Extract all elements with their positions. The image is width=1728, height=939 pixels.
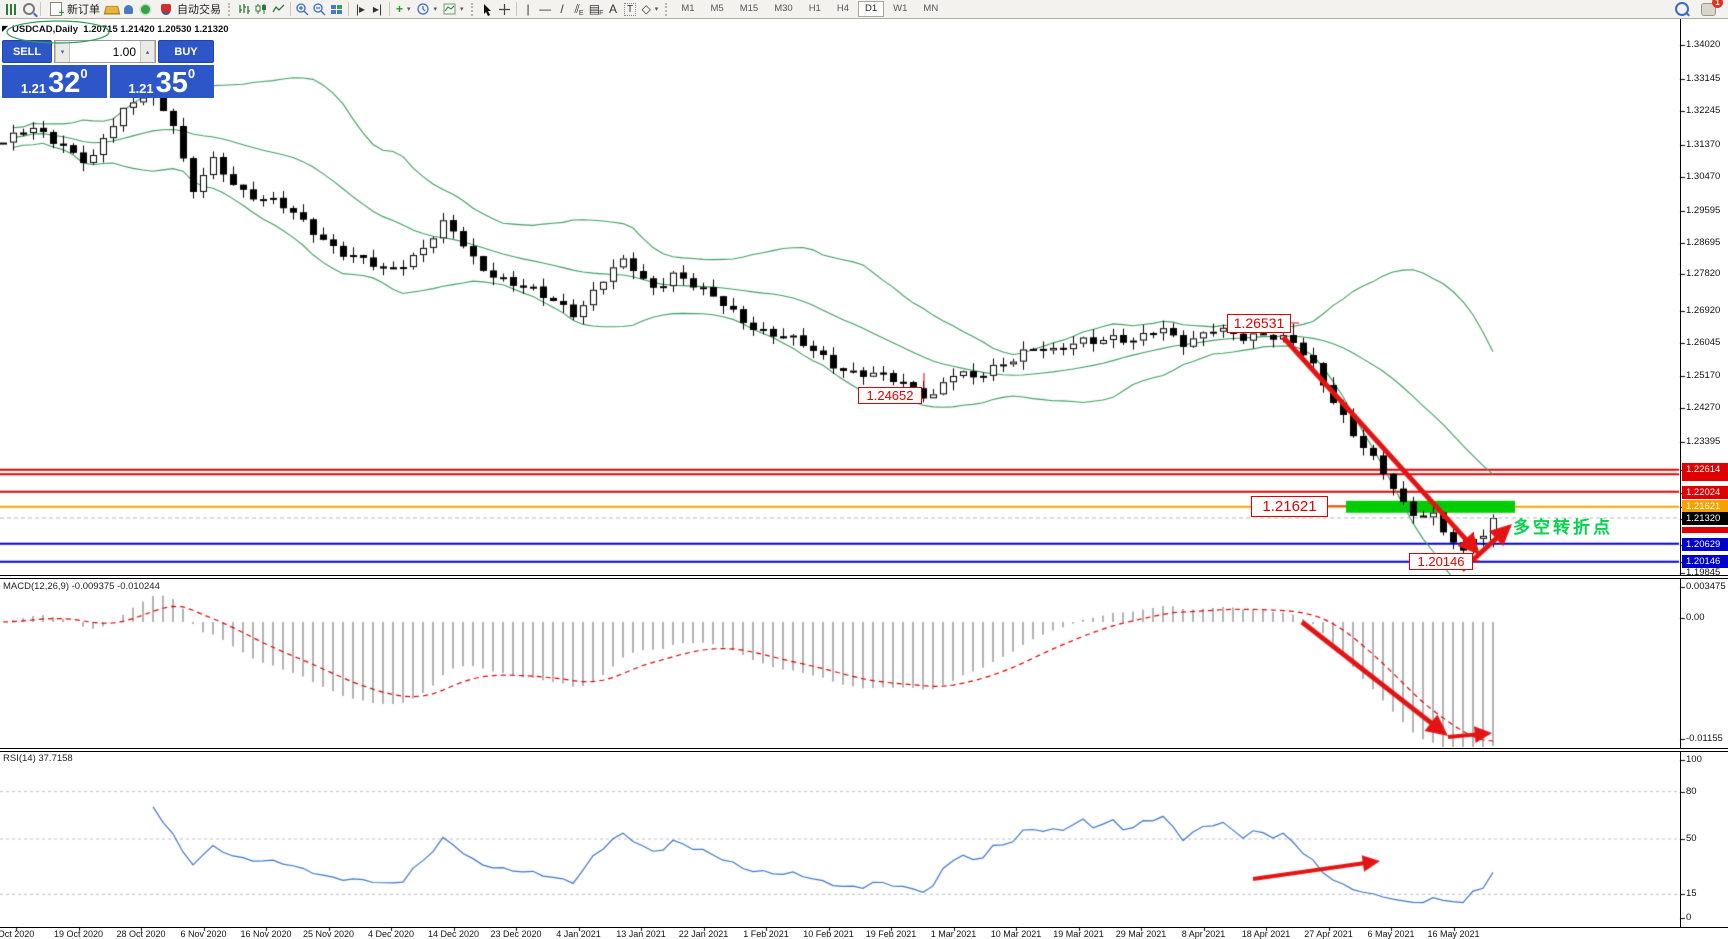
rsi-panel-separator[interactable] bbox=[0, 748, 1728, 752]
timeframe-M1[interactable]: M1 bbox=[674, 1, 701, 17]
buy-price-prefix: 1.21 bbox=[128, 81, 154, 96]
timeframe-H1[interactable]: H1 bbox=[802, 1, 828, 17]
chart-profiles-icon[interactable] bbox=[20, 2, 37, 17]
timeframe-MN[interactable]: MN bbox=[916, 1, 945, 17]
timeframe-M30[interactable]: M30 bbox=[767, 1, 799, 17]
window-icon: ◤ bbox=[2, 24, 9, 33]
chart-shift-icon[interactable]: ▸| bbox=[369, 2, 386, 17]
auto-trading-button[interactable]: 自动交易 bbox=[154, 1, 224, 18]
new-order-label: 新订单 bbox=[67, 4, 100, 16]
line-chart-icon[interactable] bbox=[270, 2, 287, 17]
fibonacci-icon[interactable]: ▤ F bbox=[588, 2, 605, 17]
buy-price-big: 35 bbox=[155, 67, 188, 99]
periods-button[interactable]: ▾ bbox=[414, 1, 441, 18]
clock-icon bbox=[416, 2, 429, 15]
notifications-icon[interactable]: 1 bbox=[1700, 0, 1723, 17]
sell-price-button[interactable]: 1.21 32 0 bbox=[2, 65, 107, 98]
equidistant-channel-icon[interactable]: ⫽ E bbox=[571, 2, 588, 17]
indicators-button[interactable]: + ▾ bbox=[393, 1, 414, 18]
template-icon bbox=[443, 3, 456, 15]
cursor-icon[interactable] bbox=[479, 2, 496, 17]
bar-chart-icon[interactable] bbox=[236, 2, 253, 17]
ohlc-values: 1.20715 1.21420 1.20530 1.21320 bbox=[83, 24, 229, 35]
search-icon[interactable] bbox=[1673, 2, 1690, 17]
sell-price-big: 32 bbox=[48, 67, 81, 99]
timeframe-group: M1 M5 M15 M30 H1 H4 D1 W1 MN bbox=[673, 1, 946, 17]
notification-badge: 1 bbox=[1712, 0, 1723, 8]
volume-input[interactable] bbox=[70, 41, 140, 62]
timeframe-W1[interactable]: W1 bbox=[886, 1, 914, 17]
sell-button[interactable]: SELL bbox=[2, 40, 52, 63]
volume-decrease-button[interactable]: ▾ bbox=[55, 41, 70, 62]
label-tool-icon[interactable]: T bbox=[622, 2, 639, 17]
shapes-button[interactable]: ◇ ▾ bbox=[639, 1, 662, 18]
buy-price-button[interactable]: 1.21 35 0 bbox=[109, 65, 214, 99]
market-gold-icon[interactable] bbox=[103, 2, 120, 17]
date-axis-border bbox=[0, 927, 1728, 928]
macd-panel-separator[interactable] bbox=[0, 575, 1728, 579]
community-icon[interactable] bbox=[120, 2, 137, 17]
main-toolbar: 新订单 自动交易 |▸ ▸| +▾ ▾ ▾ | bbox=[0, 0, 1728, 19]
timeframe-M5[interactable]: M5 bbox=[704, 1, 731, 17]
auto-trading-icon bbox=[157, 2, 174, 17]
vertical-line-icon[interactable]: | bbox=[520, 2, 537, 17]
zoom-in-icon[interactable] bbox=[294, 2, 311, 17]
auto-scroll-icon[interactable]: |▸ bbox=[352, 2, 369, 17]
new-order-button[interactable]: 新订单 bbox=[44, 1, 103, 19]
chart-canvas[interactable] bbox=[0, 0, 1728, 939]
sell-price-prefix: 1.21 bbox=[20, 81, 47, 96]
timeframe-D1[interactable]: D1 bbox=[858, 1, 885, 17]
volume-stepper: ▾ ▴ bbox=[54, 40, 156, 63]
trendline-icon[interactable]: / bbox=[554, 2, 571, 17]
volume-increase-button[interactable]: ▴ bbox=[140, 41, 155, 62]
timeframe-M15[interactable]: M15 bbox=[733, 1, 765, 17]
new-order-icon bbox=[47, 2, 65, 19]
mt4-terminal-window: 新订单 自动交易 |▸ ▸| +▾ ▾ ▾ | bbox=[0, 0, 1728, 939]
buy-button[interactable]: BUY bbox=[158, 40, 214, 63]
tile-windows-icon[interactable] bbox=[328, 2, 345, 17]
candlestick-chart-icon[interactable] bbox=[253, 2, 270, 17]
symbol-period: USDCAD,Daily bbox=[12, 24, 78, 35]
one-click-trading-panel: SELL ▾ ▴ BUY 1.21320 1.21350 bbox=[2, 40, 214, 98]
zoom-out-icon[interactable] bbox=[311, 2, 328, 17]
new-chart-icon[interactable] bbox=[3, 2, 20, 17]
auto-trading-label: 自动交易 bbox=[177, 4, 221, 16]
signals-icon[interactable] bbox=[137, 2, 154, 17]
templates-button[interactable]: ▾ bbox=[440, 1, 467, 18]
timeframe-H4[interactable]: H4 bbox=[830, 1, 856, 17]
sell-price-sup: 0 bbox=[80, 66, 88, 81]
text-tool-icon[interactable]: A bbox=[605, 2, 622, 17]
crosshair-icon[interactable] bbox=[496, 2, 513, 17]
price-axis-border bbox=[1680, 19, 1681, 927]
buy-price-sup: 0 bbox=[187, 66, 196, 81]
chart-title: USDCAD,Daily 1.20715 1.21420 1.20530 1.2… bbox=[12, 24, 229, 35]
horizontal-line-icon[interactable]: — bbox=[537, 2, 554, 17]
